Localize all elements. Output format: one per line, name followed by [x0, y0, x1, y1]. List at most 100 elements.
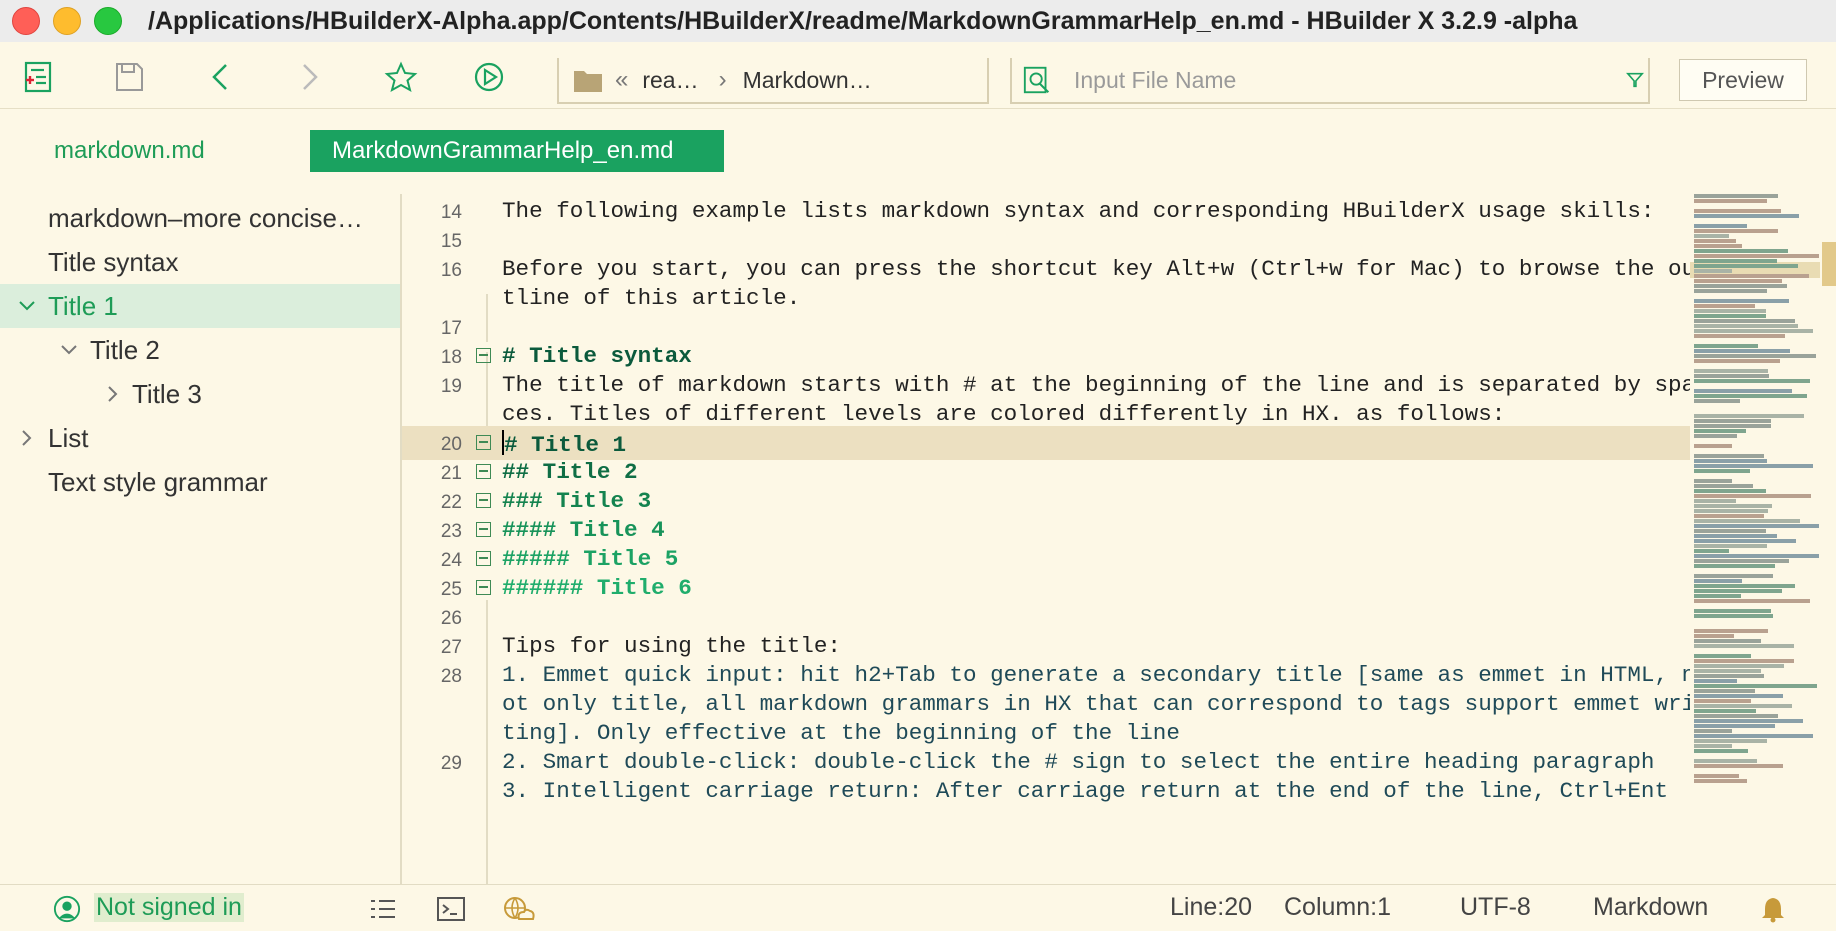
minimap-line — [1694, 279, 1782, 283]
outline-item[interactable]: List — [0, 416, 400, 460]
back-icon[interactable] — [204, 60, 238, 94]
terminal-icon[interactable] — [436, 895, 466, 923]
minimap-line — [1694, 399, 1740, 403]
fold-toggle-icon[interactable] — [476, 493, 491, 508]
status-bar: Not signed in Line:20 Column:1 UTF-8 Mar… — [0, 884, 1836, 931]
minimap-line — [1694, 629, 1768, 633]
minimap-line — [1694, 299, 1789, 303]
outline-item[interactable]: Title 3 — [0, 372, 400, 416]
line-number: 26 — [440, 608, 462, 629]
minimap-line — [1694, 209, 1781, 213]
outline-item[interactable]: Title syntax — [0, 240, 400, 284]
outline-item[interactable]: Text style grammar — [0, 460, 400, 504]
minimap-line — [1694, 594, 1741, 598]
encoding[interactable]: UTF-8 — [1460, 893, 1531, 922]
forward-icon[interactable] — [292, 60, 326, 94]
outline-item-label: Text style grammar — [48, 466, 268, 497]
minimap-line — [1694, 424, 1771, 428]
outline-item[interactable]: Title 1 — [0, 284, 400, 328]
outline-item[interactable]: Title 2 — [0, 328, 400, 372]
fold-toggle-icon[interactable] — [476, 551, 491, 566]
file-search-input[interactable] — [1072, 65, 1596, 95]
outline-item-label: markdown–more concise… — [48, 202, 364, 233]
language-mode[interactable]: Markdown — [1593, 893, 1708, 922]
scrollbar-thumb[interactable] — [1822, 242, 1836, 286]
minimap-line — [1694, 609, 1771, 613]
cursor-column[interactable]: Column:1 — [1284, 893, 1391, 922]
outline-item-label: Title 3 — [132, 378, 202, 409]
code-text: ces. Titles of different levels are colo… — [502, 401, 1506, 427]
notification-bell-icon[interactable] — [1758, 895, 1788, 923]
fold-toggle-icon[interactable] — [476, 435, 491, 450]
user-icon[interactable] — [52, 895, 82, 923]
chevron-right-icon[interactable] — [18, 429, 36, 447]
fold-toggle-icon[interactable] — [476, 348, 491, 363]
minimap-line — [1694, 224, 1747, 228]
preview-button[interactable]: Preview — [1679, 59, 1807, 101]
minimap-line — [1694, 264, 1798, 268]
cursor-line[interactable]: Line:20 — [1170, 893, 1252, 922]
minimap-line — [1694, 519, 1800, 523]
tab-markdown-grammar-help[interactable]: MarkdownGrammarHelp_en.md — [310, 130, 724, 172]
minimap-line — [1694, 334, 1785, 338]
minimap-line — [1694, 614, 1773, 618]
code-text: Tips for using the title: — [502, 633, 841, 659]
minimap-line — [1694, 779, 1747, 783]
minimap-line — [1694, 529, 1766, 533]
minimap-line — [1694, 749, 1748, 753]
minimap-line — [1694, 354, 1816, 358]
file-search-box — [1010, 58, 1650, 104]
minimap-line — [1694, 414, 1804, 418]
tab-markdown-md[interactable]: markdown.md — [32, 130, 227, 172]
filter-icon[interactable] — [1626, 71, 1644, 89]
chevron-right-icon[interactable] — [104, 385, 122, 403]
minimap-line — [1694, 199, 1767, 203]
outline-item[interactable]: markdown–more concise… — [0, 196, 400, 240]
minimap-line — [1694, 729, 1732, 733]
favorite-star-icon[interactable] — [384, 60, 418, 94]
code-text: Before you start, you can press the shor… — [502, 256, 1690, 282]
minimap-line — [1694, 714, 1778, 718]
cloud-icon[interactable] — [502, 895, 536, 923]
breadcrumb-overflow[interactable]: « — [615, 66, 628, 94]
code-editor[interactable]: 14 The following example lists markdown s… — [402, 194, 1690, 884]
chevron-down-icon[interactable] — [18, 297, 36, 315]
fold-toggle-icon[interactable] — [476, 464, 491, 479]
file-search-icon — [1023, 66, 1050, 94]
minimap-line — [1694, 324, 1798, 328]
minimap-line — [1694, 389, 1792, 393]
minimap[interactable] — [1690, 194, 1836, 884]
outline-list-icon[interactable] — [368, 895, 398, 923]
minimap-line — [1694, 379, 1810, 383]
fold-toggle-icon[interactable] — [476, 522, 491, 537]
minimap-line — [1694, 539, 1796, 543]
signin-status[interactable]: Not signed in — [94, 893, 244, 922]
maximize-window-button[interactable] — [94, 7, 122, 35]
code-text: The title of markdown starts with # at t… — [502, 372, 1690, 398]
new-file-icon[interactable] — [22, 60, 56, 94]
minimap-line — [1694, 374, 1769, 378]
code-text: #### Title 4 — [502, 517, 665, 543]
minimap-line — [1694, 434, 1737, 438]
breadcrumb-segment-readme[interactable]: rea… — [642, 67, 698, 94]
breadcrumb-segment-file[interactable]: Markdown… — [743, 67, 872, 94]
minimap-line — [1694, 489, 1766, 493]
minimap-line — [1694, 599, 1810, 603]
save-icon[interactable] — [112, 60, 146, 94]
minimap-line — [1694, 514, 1764, 518]
minimap-line — [1694, 419, 1771, 423]
minimap-line — [1694, 719, 1803, 723]
line-number: 24 — [440, 550, 462, 571]
minimap-line — [1694, 484, 1753, 488]
run-icon[interactable] — [472, 60, 506, 94]
line-number: 15 — [440, 231, 462, 252]
minimap-line — [1694, 654, 1751, 658]
close-window-button[interactable] — [12, 7, 40, 35]
minimize-window-button[interactable] — [53, 7, 81, 35]
minimap-line — [1694, 559, 1789, 563]
minimap-line — [1694, 269, 1732, 273]
line-number: 25 — [440, 579, 462, 600]
code-text: ting]. Only effective at the beginning o… — [502, 720, 1180, 746]
fold-toggle-icon[interactable] — [476, 580, 491, 595]
chevron-down-icon[interactable] — [60, 341, 78, 359]
